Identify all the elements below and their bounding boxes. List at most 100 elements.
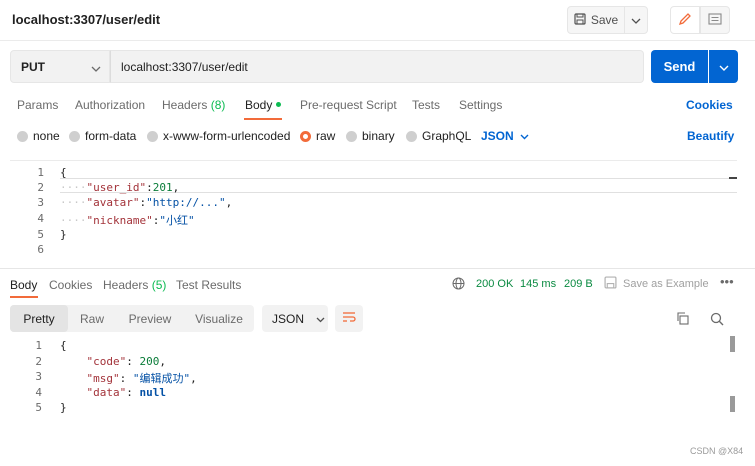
radio-label: binary xyxy=(362,129,395,143)
radio-none[interactable]: none xyxy=(17,129,60,143)
line-number: 2 xyxy=(35,355,42,368)
json-value: 201 xyxy=(152,181,173,194)
tab-params[interactable]: Params xyxy=(17,98,58,112)
radio-circle-selected xyxy=(300,130,311,142)
json-key: "nickname" xyxy=(86,214,153,227)
save-as-example-button[interactable]: Save as Example xyxy=(623,278,709,290)
beautify-link[interactable]: Beautify xyxy=(687,129,734,143)
line-number: 4 xyxy=(35,386,42,399)
radio-raw[interactable]: raw xyxy=(300,129,335,143)
code-line: "code": 200, xyxy=(86,355,167,368)
radio-label: x-www-form-urlencoded xyxy=(163,129,291,143)
line-number: 5 xyxy=(37,228,44,241)
chevron-down-icon xyxy=(316,312,325,326)
code-line[interactable]: ····"avatar":"http://...", xyxy=(60,196,232,209)
wrap-line-button[interactable] xyxy=(335,305,363,332)
editor-border xyxy=(10,160,737,161)
code-line[interactable]: ····"nickname":"小红" xyxy=(60,212,195,228)
line-number: 3 xyxy=(35,370,42,383)
radio-circle xyxy=(17,130,28,142)
response-tab-cookies[interactable]: Cookies xyxy=(49,278,92,292)
chevron-down-icon xyxy=(520,129,529,143)
view-visualize-button[interactable]: Visualize xyxy=(186,305,252,332)
globe-icon[interactable] xyxy=(452,277,465,293)
active-tab-indicator xyxy=(10,296,38,298)
radio-binary[interactable]: binary xyxy=(346,129,395,143)
code-line[interactable]: { xyxy=(60,166,67,179)
status-code[interactable]: 200 OK xyxy=(476,278,513,290)
radio-x-www-form-urlencoded[interactable]: x-www-form-urlencoded xyxy=(147,129,290,143)
code-line[interactable]: } xyxy=(60,228,67,241)
radio-circle xyxy=(406,130,417,142)
radio-circle xyxy=(346,130,357,142)
comment-icon xyxy=(708,12,722,28)
indent-guide: ···· xyxy=(60,214,87,227)
body-format-value: JSON xyxy=(481,129,514,143)
code-line: } xyxy=(60,401,67,414)
line-number: 2 xyxy=(37,181,44,194)
json-value: 200 xyxy=(139,355,160,368)
search-icon[interactable] xyxy=(710,312,724,329)
scroll-thumb[interactable] xyxy=(729,177,737,179)
json-value: "编辑成功" xyxy=(132,372,191,385)
pane-divider[interactable] xyxy=(0,268,755,269)
save-dropdown-button[interactable] xyxy=(624,6,648,34)
save-button[interactable]: Save xyxy=(567,6,625,34)
send-button[interactable]: Send xyxy=(651,50,708,83)
response-tab-test-results[interactable]: Test Results xyxy=(176,278,241,292)
scroll-thumb[interactable] xyxy=(730,396,735,412)
brace-open: { xyxy=(60,166,67,179)
copy-icon[interactable] xyxy=(676,312,689,328)
json-value: "http://..." xyxy=(146,196,226,209)
save-icon xyxy=(604,276,617,292)
url-input[interactable]: localhost:3307/user/edit xyxy=(110,50,644,83)
scroll-thumb[interactable] xyxy=(730,336,735,352)
response-time[interactable]: 145 ms xyxy=(520,278,556,290)
line-number: 6 xyxy=(37,243,44,256)
more-options-icon[interactable]: ••• xyxy=(720,275,734,288)
json-value: null xyxy=(139,386,167,399)
view-raw-button[interactable]: Raw xyxy=(68,305,116,332)
response-size[interactable]: 209 B xyxy=(564,278,593,290)
response-tab-body[interactable]: Body xyxy=(10,278,37,292)
code-line: "data": null xyxy=(86,386,167,399)
brace-close: } xyxy=(60,401,67,414)
tab-tests[interactable]: Tests xyxy=(412,98,440,112)
tab-headers-label: Headers xyxy=(162,98,208,112)
radio-form-data[interactable]: form-data xyxy=(69,129,136,143)
tab-body-label: Body xyxy=(245,98,273,112)
edit-button[interactable] xyxy=(670,6,700,34)
radio-graphql[interactable]: GraphQL xyxy=(406,129,471,143)
send-dropdown-button[interactable] xyxy=(709,50,738,83)
brace-close: } xyxy=(60,228,67,241)
tab-authorization[interactable]: Authorization xyxy=(75,98,145,112)
body-format-select[interactable]: JSON xyxy=(481,129,529,143)
json-key: "data" xyxy=(86,386,127,399)
tab-pre-request-script[interactable]: Pre-request Script xyxy=(300,98,397,112)
response-scrollbar[interactable] xyxy=(730,336,736,416)
tab-settings[interactable]: Settings xyxy=(459,98,502,112)
view-preview-button[interactable]: Preview xyxy=(120,305,180,332)
tab-body[interactable]: Body xyxy=(245,98,282,112)
response-format-select[interactable]: JSON xyxy=(262,305,328,332)
code-line: "msg": "编辑成功", xyxy=(86,372,197,385)
response-headers-count: (5) xyxy=(151,278,167,292)
line-number: 1 xyxy=(37,166,44,179)
response-tab-headers[interactable]: Headers (5) xyxy=(103,278,166,292)
comments-button[interactable] xyxy=(700,6,730,34)
json-key: "user_id" xyxy=(86,181,147,194)
radio-circle xyxy=(69,130,80,142)
view-pretty-button[interactable]: Pretty xyxy=(10,305,68,332)
response-format-value: JSON xyxy=(272,311,305,326)
request-title: localhost:3307/user/edit xyxy=(12,12,161,27)
cookies-link[interactable]: Cookies xyxy=(686,98,733,112)
editor-scrollbar[interactable] xyxy=(729,163,737,263)
code-line[interactable]: ····"user_id":201, xyxy=(60,181,179,194)
method-select[interactable]: PUT xyxy=(10,50,110,83)
line-number: 1 xyxy=(35,339,42,352)
tab-headers[interactable]: Headers (8) xyxy=(162,98,225,112)
radio-label: GraphQL xyxy=(422,129,472,143)
json-value: "小红" xyxy=(159,214,195,227)
json-key: "code" xyxy=(86,355,127,368)
json-key: "avatar" xyxy=(86,196,140,209)
